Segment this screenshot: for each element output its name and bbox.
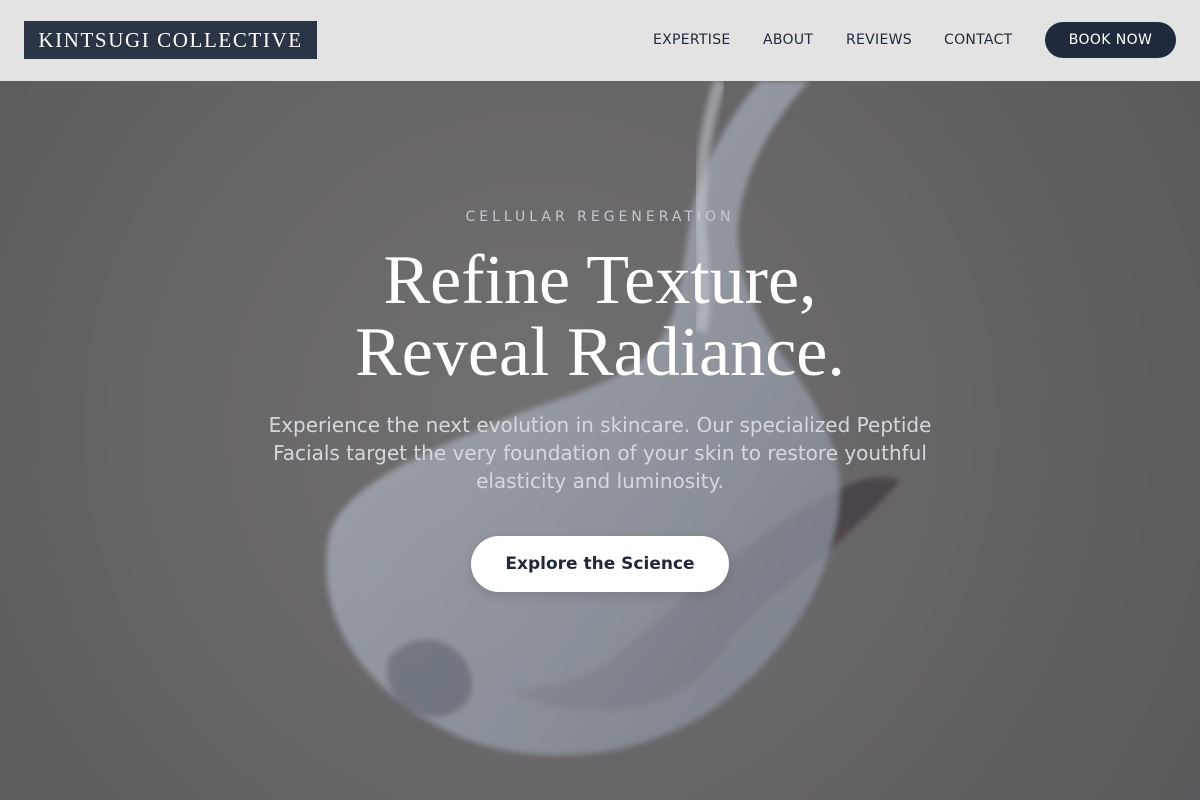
nav-expertise[interactable]: EXPERTISE	[653, 30, 731, 50]
headline-line-2: Reveal Radiance.	[355, 314, 845, 391]
brand-logo[interactable]: KINTSUGI COLLECTIVE	[24, 21, 317, 59]
site-header: KINTSUGI COLLECTIVE EXPERTISE ABOUT REVI…	[0, 0, 1200, 81]
explore-science-button[interactable]: Explore the Science	[471, 536, 729, 592]
hero-headline: Refine Texture, Reveal Radiance.	[0, 245, 1200, 389]
hero-section: CELLULAR REGENERATION Refine Texture, Re…	[0, 81, 1200, 800]
nav-reviews[interactable]: REVIEWS	[846, 30, 912, 50]
hero-subtext: Experience the next evolution in skincar…	[268, 413, 932, 493]
headline-line-1: Refine Texture,	[383, 242, 817, 319]
nav-contact[interactable]: CONTACT	[944, 30, 1013, 50]
nav-about[interactable]: ABOUT	[763, 30, 813, 50]
book-now-button[interactable]: BOOK NOW	[1045, 22, 1176, 58]
hero-eyebrow: CELLULAR REGENERATION	[465, 209, 735, 225]
